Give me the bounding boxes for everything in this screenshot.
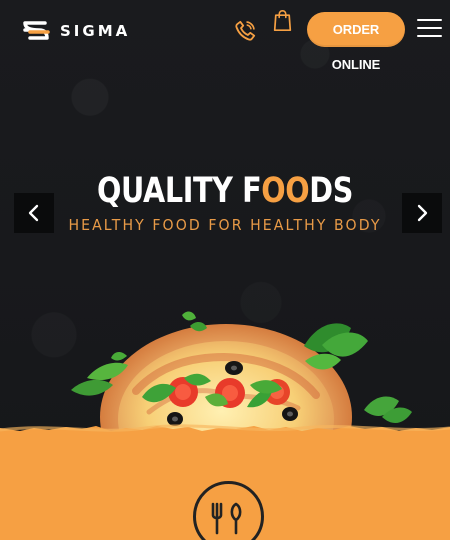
next-slide-button[interactable]: [402, 193, 442, 233]
top-navigation: SIGMA ORDER ONLINE: [0, 0, 450, 72]
brand-logo-link[interactable]: SIGMA: [22, 20, 130, 42]
home-page: SIGMA ORDER ONLINE QUALITY FOODS HEALTHY…: [0, 0, 450, 540]
menu-line-icon: [417, 19, 442, 21]
brand-name: SIGMA: [60, 22, 131, 40]
hero-subtitle: HEALTHY FOOD FOR HEALTHY BODY: [68, 216, 382, 234]
order-online-button[interactable]: ORDER ONLINE: [307, 12, 405, 72]
menu-line-icon: [417, 35, 442, 37]
chevron-left-icon: [28, 204, 39, 222]
hero-title: QUALITY FOODS: [41, 174, 410, 209]
hero-title-end: DS: [309, 171, 353, 212]
menu-line-icon: [417, 27, 442, 29]
hero-title-start: QUALITY F: [97, 171, 262, 212]
phone-icon[interactable]: [233, 19, 257, 43]
previous-slide-button[interactable]: [14, 193, 54, 233]
chevron-right-icon: [417, 204, 428, 222]
menu-icon[interactable]: [417, 19, 442, 39]
hero-title-accent: OO: [261, 171, 310, 212]
sigma-logo-icon: [23, 21, 50, 40]
shopping-bag-icon[interactable]: [272, 9, 293, 32]
